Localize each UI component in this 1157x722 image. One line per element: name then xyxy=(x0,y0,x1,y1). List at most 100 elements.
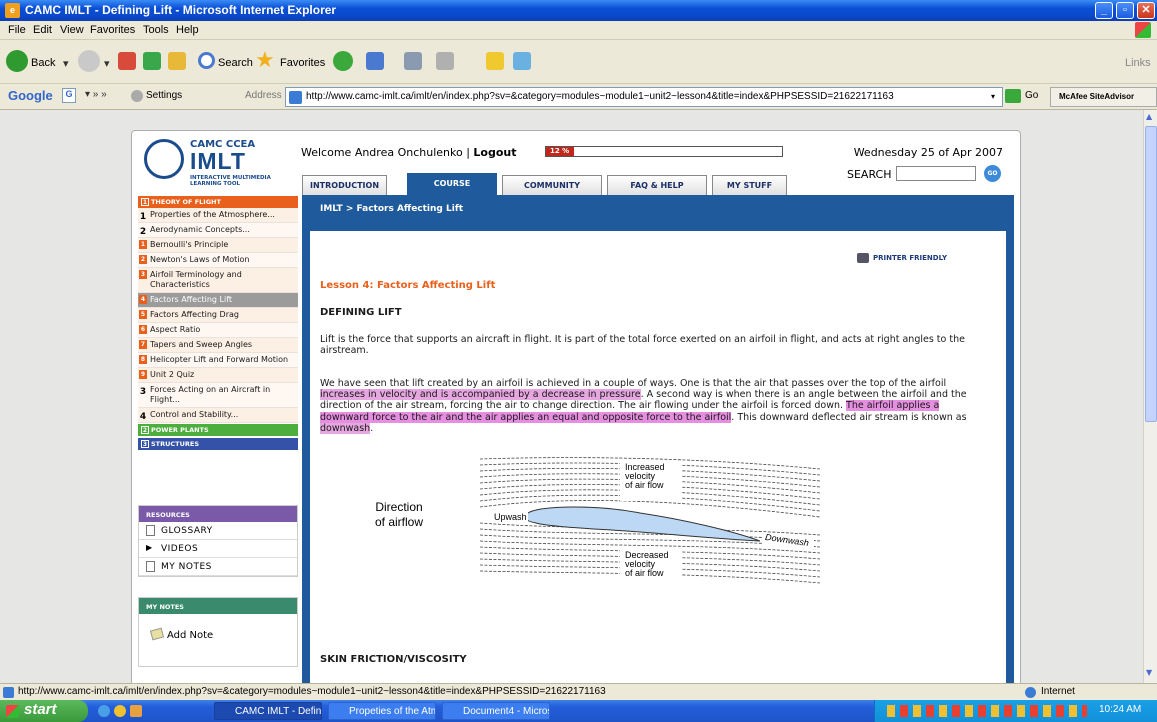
sidebar-item-number: 8 xyxy=(139,355,147,364)
clock: 10:24 AM xyxy=(1099,704,1142,715)
windows-flag-icon xyxy=(6,705,19,718)
sidebar-item[interactable]: 3 Airfoil Terminology and Characteristics xyxy=(138,268,298,293)
print-icon[interactable] xyxy=(436,52,454,70)
search-button-label[interactable]: Search xyxy=(218,57,253,69)
taskbar-item-ie[interactable]: CAMC IMLT - Defining... xyxy=(214,702,322,720)
sidebar-item[interactable]: 4 Factors Affecting Lift xyxy=(138,293,298,308)
back-dropdown-icon[interactable]: ▾ xyxy=(63,57,69,70)
google-options-icon[interactable]: ▾ » » xyxy=(85,89,107,100)
sidebar-item[interactable]: 2 Aerodynamic Concepts... xyxy=(138,223,298,238)
go-arrow-icon[interactable] xyxy=(1005,89,1021,103)
tray-icons[interactable] xyxy=(887,705,1087,717)
scroll-down-icon[interactable]: ▼ xyxy=(1146,668,1152,677)
printer-icon[interactable] xyxy=(857,253,869,263)
tab-community[interactable]: COMMUNITY xyxy=(502,175,602,195)
address-dropdown-icon[interactable]: ▾ xyxy=(991,92,995,101)
sidebar-item-number: 2 xyxy=(139,227,147,237)
logout-link[interactable]: Logout xyxy=(473,146,516,159)
vertical-scrollbar[interactable]: ▲ ▼ xyxy=(1143,110,1157,683)
taskbar-item-document4[interactable]: Document4 - Microsof... xyxy=(442,702,550,720)
sidebar-item-number: 1 xyxy=(139,212,147,222)
favorites-star-icon[interactable]: ★ xyxy=(255,49,275,71)
quicklaunch-ie-icon[interactable] xyxy=(98,705,110,717)
sidebar-item[interactable]: 1 Properties of the Atmosphere... xyxy=(138,208,298,223)
site-search-input[interactable] xyxy=(896,166,976,181)
history-icon[interactable] xyxy=(366,52,384,70)
media-icon[interactable] xyxy=(333,51,353,71)
sidebar-item-number: 1 xyxy=(139,240,147,249)
search-icon[interactable] xyxy=(198,52,215,69)
minimize-button[interactable]: _ xyxy=(1095,2,1113,19)
tab-faq-help[interactable]: FAQ & HELP xyxy=(607,175,707,195)
mcafee-siteadvisor-button[interactable]: McAfee SiteAdvisor xyxy=(1050,87,1157,107)
security-zone-label: Internet xyxy=(1041,686,1075,697)
forward-dropdown-icon[interactable]: ▾ xyxy=(104,57,110,70)
search-label: SEARCH xyxy=(847,168,892,181)
refresh-icon[interactable] xyxy=(143,52,161,70)
google-search-box[interactable]: G xyxy=(62,88,76,103)
folder-icon[interactable] xyxy=(486,52,504,70)
sidebar-item[interactable]: 3 Forces Acting on an Aircraft in Flight.… xyxy=(138,383,298,408)
printer-friendly-link[interactable]: PRINTER FRIENDLY xyxy=(873,254,947,262)
sidebar-item-label: Newton's Laws of Motion xyxy=(150,255,250,264)
go-button[interactable]: Go xyxy=(1025,90,1038,101)
sidebar-item[interactable]: 1 Bernoulli's Principle xyxy=(138,238,298,253)
sidebar-item-number: 5 xyxy=(139,310,147,319)
upwash-label: Upwash xyxy=(494,512,527,522)
stop-icon[interactable] xyxy=(118,52,136,70)
close-button[interactable]: ✕ xyxy=(1137,2,1155,19)
increased-velocity-label: Increased velocity of air flow xyxy=(625,462,665,490)
menu-view[interactable]: View xyxy=(60,24,84,36)
sidebar-item[interactable]: 5 Factors Affecting Drag xyxy=(138,308,298,323)
menu-help[interactable]: Help xyxy=(176,24,199,36)
section-power-plants[interactable]: 2 POWER PLANTS xyxy=(138,424,298,436)
imlt-logo[interactable]: CAMC CCEA IMLT INTERACTIVE MULTIMEDIA LEA… xyxy=(144,139,294,191)
my-notes-link[interactable]: MY NOTES xyxy=(139,558,297,576)
browser-viewport: CAMC CCEA IMLT INTERACTIVE MULTIMEDIA LEA… xyxy=(0,110,1143,683)
section-theory-of-flight[interactable]: 1 THEORY OF FLIGHT xyxy=(138,196,298,208)
favorites-button-label[interactable]: Favorites xyxy=(280,57,325,69)
tab-course[interactable]: COURSE xyxy=(407,173,497,195)
add-note-button[interactable]: Add Note xyxy=(167,630,213,641)
menu-tools[interactable]: Tools xyxy=(143,24,169,36)
menu-file[interactable]: File xyxy=(8,24,26,36)
forward-arrow-icon[interactable] xyxy=(78,50,100,72)
sidebar-item-label: Unit 2 Quiz xyxy=(150,370,195,379)
sidebar-item[interactable]: 8 Helicopter Lift and Forward Motion xyxy=(138,353,298,368)
sidebar-item[interactable]: 9 Unit 2 Quiz xyxy=(138,368,298,383)
glossary-link[interactable]: GLOSSARY xyxy=(139,522,297,540)
scroll-up-icon[interactable]: ▲ xyxy=(1146,112,1152,121)
maximize-button[interactable]: ▫ xyxy=(1116,2,1134,19)
back-arrow-icon[interactable] xyxy=(6,50,28,72)
quicklaunch-messenger-icon[interactable] xyxy=(114,705,126,717)
sidebar-item-label: Aspect Ratio xyxy=(150,325,201,334)
scrollbar-thumb[interactable] xyxy=(1145,126,1157,422)
windows-logo-icon xyxy=(1135,22,1151,38)
back-button-label[interactable]: Back xyxy=(31,57,55,69)
section-heading-defining-lift: DEFINING LIFT xyxy=(320,307,402,318)
section-structures[interactable]: 3 STRUCTURES xyxy=(138,438,298,450)
tab-introduction[interactable]: INTRODUCTION xyxy=(302,175,387,195)
menu-favorites[interactable]: Favorites xyxy=(90,24,135,36)
google-settings-button[interactable]: Settings xyxy=(146,90,182,101)
course-progress-bar: 12 % xyxy=(545,146,783,157)
home-icon[interactable] xyxy=(168,52,186,70)
google-toolbar-logo[interactable]: Google xyxy=(8,88,53,103)
videos-link[interactable]: ▶ VIDEOS xyxy=(139,540,297,558)
menu-edit[interactable]: Edit xyxy=(33,24,52,36)
taskbar-item-properties[interactable]: Propeties of the Atm... xyxy=(328,702,436,720)
messenger-icon[interactable] xyxy=(513,52,531,70)
sidebar-item-label: Control and Stability... xyxy=(150,410,239,419)
document-icon xyxy=(146,561,155,572)
mail-icon[interactable] xyxy=(404,52,422,70)
sidebar-item[interactable]: 7 Tapers and Sweep Angles xyxy=(138,338,298,353)
sidebar-item[interactable]: 2 Newton's Laws of Motion xyxy=(138,253,298,268)
address-input[interactable]: http://www.camc-imlt.ca/imlt/en/index.ph… xyxy=(285,87,1003,107)
window-title-bar[interactable]: e CAMC IMLT - Defining Lift - Microsoft … xyxy=(0,0,1157,21)
quicklaunch-folder-icon[interactable] xyxy=(130,705,142,717)
sidebar-item[interactable]: 4 Control and Stability... xyxy=(138,408,298,423)
search-go-button[interactable]: GO xyxy=(984,165,1001,182)
links-label[interactable]: Links xyxy=(1125,57,1151,69)
sidebar-item[interactable]: 6 Aspect Ratio xyxy=(138,323,298,338)
tab-my-stuff[interactable]: MY STUFF xyxy=(712,175,787,195)
